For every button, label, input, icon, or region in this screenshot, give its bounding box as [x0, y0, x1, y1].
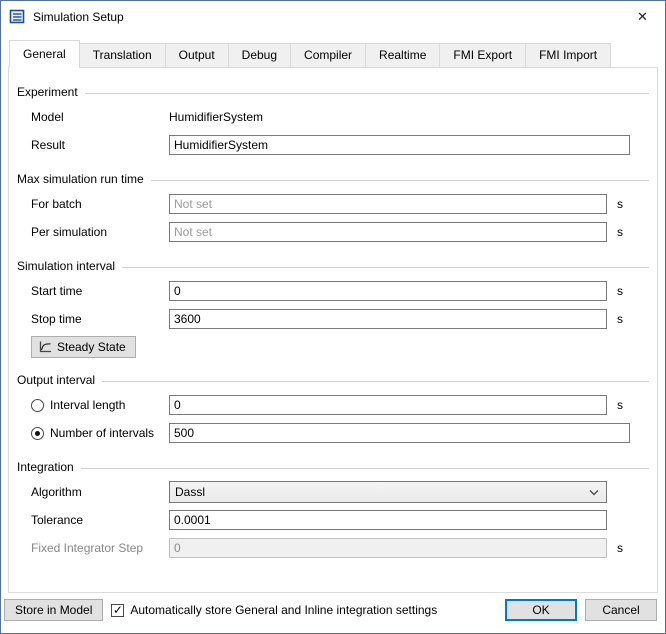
stop-time-row: Stop time s [31, 305, 630, 333]
chevron-down-icon [589, 489, 599, 496]
checkmark-icon: ✓ [113, 604, 123, 616]
tab-output[interactable]: Output [165, 43, 229, 68]
integration-group: Integration Algorithm Dassl Tolerance [9, 458, 657, 562]
for-batch-row: For batch s [31, 190, 630, 218]
titlebar: Simulation Setup ✕ [1, 1, 665, 32]
output-interval-group-title: Output interval [17, 373, 102, 387]
start-time-unit: s [607, 284, 630, 298]
tab-bar: General Translation Output Debug Compile… [1, 32, 665, 68]
model-label: Model [31, 110, 169, 124]
simulation-interval-group-header: Simulation interval [17, 257, 649, 275]
for-batch-unit: s [607, 197, 630, 211]
start-time-label: Start time [31, 284, 169, 298]
algorithm-row: Algorithm Dassl [31, 478, 630, 506]
store-in-model-button[interactable]: Store in Model [4, 599, 103, 621]
fixed-integrator-step-row: Fixed Integrator Step s [31, 534, 630, 562]
interval-length-input[interactable] [169, 395, 607, 415]
interval-length-unit: s [607, 398, 630, 412]
stop-time-unit: s [607, 312, 630, 326]
per-simulation-unit: s [607, 225, 630, 239]
model-row: Model HumidifierSystem [31, 103, 630, 131]
stop-time-input[interactable] [169, 309, 607, 329]
algorithm-selected-value: Dassl [175, 485, 205, 499]
tab-fmi-import[interactable]: FMI Import [525, 43, 611, 68]
interval-length-label: Interval length [50, 398, 125, 412]
tolerance-label: Tolerance [31, 513, 169, 527]
algorithm-label: Algorithm [31, 485, 169, 499]
number-of-intervals-radio[interactable] [31, 427, 44, 440]
result-label: Result [31, 138, 169, 152]
steady-state-button-label: Steady State [57, 340, 126, 354]
integration-group-header: Integration [17, 458, 649, 476]
integration-group-title: Integration [17, 460, 81, 474]
algorithm-select[interactable]: Dassl [169, 481, 607, 503]
close-icon: ✕ [637, 9, 648, 25]
experiment-group: Experiment Model HumidifierSystem Result [9, 83, 657, 159]
model-value: HumidifierSystem [169, 110, 630, 124]
ok-button[interactable]: OK [505, 599, 577, 621]
tab-compiler[interactable]: Compiler [290, 43, 366, 68]
simulation-interval-group-title: Simulation interval [17, 259, 122, 273]
fixed-integrator-step-input [169, 538, 607, 558]
interval-length-radio-wrap[interactable]: Interval length [31, 398, 169, 412]
tab-general[interactable]: General [9, 40, 80, 68]
experiment-group-header: Experiment [17, 83, 649, 101]
steady-state-chart-icon [38, 340, 52, 354]
per-simulation-input[interactable] [169, 222, 607, 242]
per-simulation-label: Per simulation [31, 225, 169, 239]
steady-state-row: Steady State [9, 333, 657, 360]
experiment-group-title: Experiment [17, 85, 85, 99]
cancel-button[interactable]: Cancel [585, 599, 657, 621]
number-of-intervals-radio-wrap[interactable]: Number of intervals [31, 426, 169, 440]
number-of-intervals-label: Number of intervals [50, 426, 154, 440]
output-interval-group-header: Output interval [17, 371, 649, 389]
dialog-footer: Store in Model ✓ Automatically store Gen… [1, 593, 665, 633]
max-run-time-group: Max simulation run time For batch s Per … [9, 170, 657, 246]
auto-store-checkbox[interactable]: ✓ [111, 604, 124, 617]
output-interval-group: Output interval Interval length s Number… [9, 371, 657, 447]
number-of-intervals-row: Number of intervals [31, 419, 630, 447]
start-time-row: Start time s [31, 277, 630, 305]
stop-time-label: Stop time [31, 312, 169, 326]
fixed-integrator-step-unit: s [607, 541, 630, 555]
start-time-input[interactable] [169, 281, 607, 301]
window-title: Simulation Setup [33, 10, 620, 24]
tab-fmi-export[interactable]: FMI Export [439, 43, 526, 68]
close-button[interactable]: ✕ [620, 1, 665, 32]
result-row: Result [31, 131, 630, 159]
tab-realtime[interactable]: Realtime [365, 43, 440, 68]
for-batch-label: For batch [31, 197, 169, 211]
auto-store-checkbox-wrap[interactable]: ✓ Automatically store General and Inline… [111, 603, 437, 617]
fixed-integrator-step-label: Fixed Integrator Step [31, 541, 169, 555]
interval-length-row: Interval length s [31, 391, 630, 419]
result-input[interactable] [169, 135, 630, 155]
max-run-time-group-header: Max simulation run time [17, 170, 649, 188]
auto-store-label: Automatically store General and Inline i… [130, 603, 437, 617]
simulation-setup-icon [9, 8, 26, 25]
per-simulation-row: Per simulation s [31, 218, 630, 246]
tab-debug[interactable]: Debug [228, 43, 291, 68]
max-run-time-group-title: Max simulation run time [17, 172, 151, 186]
number-of-intervals-input[interactable] [169, 423, 630, 443]
steady-state-button[interactable]: Steady State [31, 336, 136, 358]
tolerance-row: Tolerance [31, 506, 630, 534]
simulation-setup-dialog: Simulation Setup ✕ General Translation O… [0, 0, 666, 634]
tolerance-input[interactable] [169, 510, 607, 530]
for-batch-input[interactable] [169, 194, 607, 214]
tab-translation[interactable]: Translation [79, 43, 166, 68]
simulation-interval-group: Simulation interval Start time s Stop ti… [9, 257, 657, 360]
interval-length-radio[interactable] [31, 399, 44, 412]
general-tab-panel: Experiment Model HumidifierSystem Result… [8, 67, 658, 593]
